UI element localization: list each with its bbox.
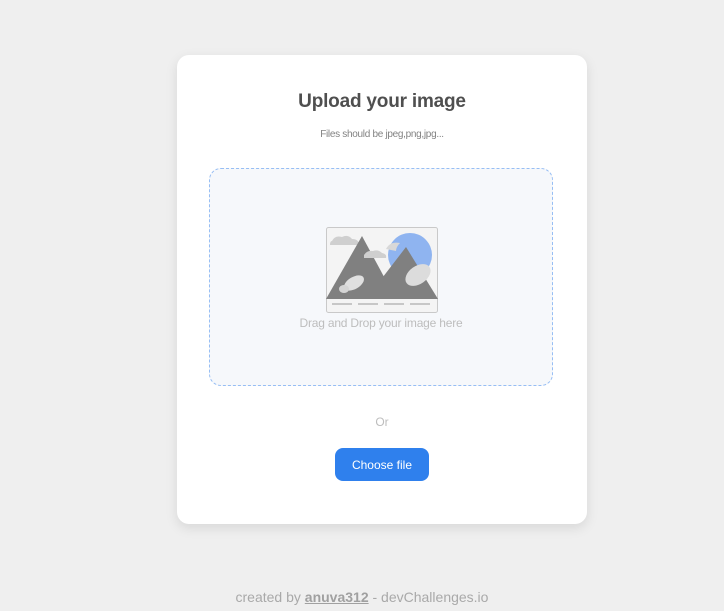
drop-instructions: Drag and Drop your image here: [299, 316, 463, 330]
or-divider-text: Or: [375, 415, 389, 429]
drop-zone[interactable]: Drag and Drop your image here: [209, 168, 553, 386]
mountain-image-icon: [326, 227, 438, 313]
choose-file-button[interactable]: Choose file: [335, 448, 429, 481]
upload-card: Upload your image Files should be jpeg,p…: [177, 55, 587, 524]
card-title: Upload your image: [298, 91, 466, 112]
footer-suffix: - devChallenges.io: [372, 589, 489, 605]
footer-prefix: created by: [235, 589, 301, 605]
footer: created by anuva312 - devChallenges.io: [0, 589, 724, 605]
card-subtitle: Files should be jpeg,png,jpg...: [320, 129, 444, 140]
footer-author-link[interactable]: anuva312: [305, 589, 369, 605]
